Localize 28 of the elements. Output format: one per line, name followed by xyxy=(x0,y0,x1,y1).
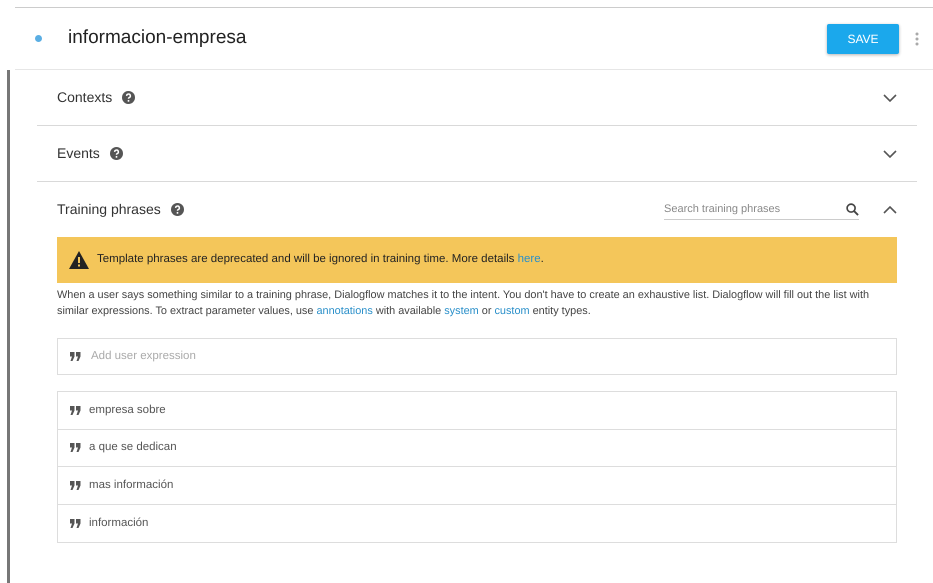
quote-icon xyxy=(70,352,81,361)
quote-icon xyxy=(70,518,81,528)
help-icon[interactable] xyxy=(170,203,184,216)
intent-title: informacion-empresa xyxy=(68,26,246,50)
add-expression-field[interactable]: Add user expression xyxy=(57,338,897,376)
expand-icon[interactable] xyxy=(883,150,897,158)
collapse-icon[interactable] xyxy=(883,206,897,214)
link[interactable]: custom xyxy=(494,305,530,318)
training-phrase[interactable]: información xyxy=(89,514,148,532)
section-title[interactable]: Events xyxy=(57,143,100,164)
link[interactable]: annotations xyxy=(316,305,373,318)
warning-message: Template phrases are deprecated and will be ignored in training time. More details here. xyxy=(97,252,544,268)
warning-icon xyxy=(69,251,89,269)
section-title[interactable]: Training phrases xyxy=(57,199,161,220)
quote-icon xyxy=(70,480,81,490)
help-icon[interactable] xyxy=(110,147,123,160)
status-dot xyxy=(35,35,42,42)
quote-icon xyxy=(70,406,81,415)
training-phrase[interactable]: empresa sobre xyxy=(89,402,166,420)
section-title[interactable]: Contexts xyxy=(57,87,112,108)
quote-icon xyxy=(70,443,81,452)
link[interactable]: system xyxy=(444,305,479,318)
description: When a user says something similar to a training phrase, Dialogflow matches it to the intent. You don't have to create an exhaustive list. Dialogflow will fill out the list with similar expressions. To extract parameter values, use annotations with available system or custom entity types. xyxy=(57,288,870,320)
training-phrase[interactable]: mas información xyxy=(89,476,174,494)
expand-icon[interactable] xyxy=(883,94,897,102)
search-icon[interactable] xyxy=(846,202,859,216)
help-icon[interactable] xyxy=(122,91,136,104)
training-phrase[interactable]: a que se dedican xyxy=(89,439,177,457)
